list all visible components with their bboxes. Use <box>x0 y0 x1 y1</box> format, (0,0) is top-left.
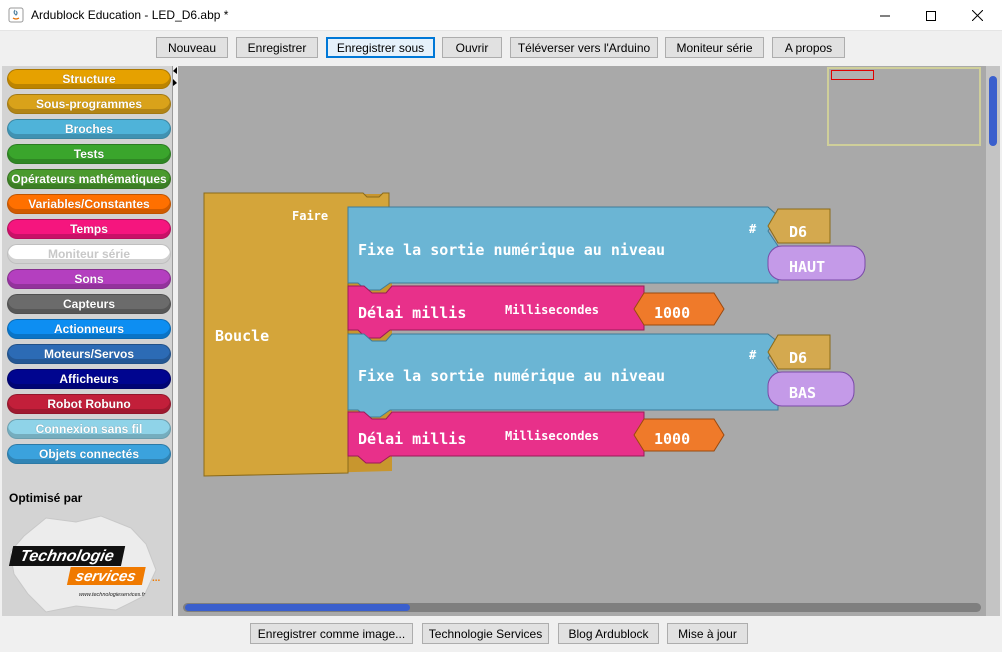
main-toolbar: Nouveau Enregistrer Enregistrer sous Ouv… <box>0 31 1002 64</box>
serial-monitor-button[interactable]: Moniteur série <box>665 37 764 58</box>
milliseconds-label: Millisecondes <box>505 429 599 443</box>
category-variables-constants[interactable]: Variables/Constantes <box>7 194 171 214</box>
number-value-block[interactable]: 1000 <box>633 418 725 452</box>
save-as-image-button[interactable]: Enregistrer comme image... <box>250 623 413 644</box>
loop-label: Boucle <box>215 327 269 345</box>
number-value: 1000 <box>654 430 690 448</box>
new-button[interactable]: Nouveau <box>156 37 228 58</box>
block-palette: Structure Sous-programmes Broches Tests … <box>2 66 173 616</box>
category-sensors[interactable]: Capteurs <box>7 294 171 314</box>
update-button[interactable]: Mise à jour <box>667 623 748 644</box>
workspace-minimap[interactable] <box>827 67 981 146</box>
category-structure[interactable]: Structure <box>7 69 171 89</box>
minimize-icon <box>880 15 890 16</box>
maximize-button[interactable] <box>908 0 954 31</box>
svg-text:services: services <box>74 568 138 585</box>
milliseconds-label: Millisecondes <box>505 303 599 317</box>
close-icon <box>971 10 983 21</box>
loop-do-label: Faire <box>292 209 328 223</box>
program-blocks: Faire Boucle Fixe la sortie numérique au… <box>203 192 866 477</box>
horizontal-scrollbar[interactable] <box>183 603 981 612</box>
optimized-by-label: Optimisé par <box>9 491 83 505</box>
pin-prefix: # <box>749 348 757 362</box>
level-value: BAS <box>789 384 816 402</box>
digital-write-label: Fixe la sortie numérique au niveau <box>358 367 665 385</box>
category-displays[interactable]: Afficheurs <box>7 369 171 389</box>
category-pins[interactable]: Broches <box>7 119 171 139</box>
svg-text:Technologie: Technologie <box>18 547 115 565</box>
level-value: HAUT <box>789 258 825 276</box>
number-value: 1000 <box>654 304 690 322</box>
svg-text:...: ... <box>152 573 161 584</box>
digital-write-label: Fixe la sortie numérique au niveau <box>358 241 665 259</box>
window-title: Ardublock Education - LED_D6.abp * <box>31 8 229 22</box>
maximize-icon <box>926 10 936 21</box>
category-serial-monitor[interactable]: Moniteur série <box>7 244 171 264</box>
save-button[interactable]: Enregistrer <box>236 37 318 58</box>
pin-value-block[interactable]: D6 <box>767 334 831 370</box>
digital-write-block[interactable]: Fixe la sortie numérique au niveau # D6 … <box>347 206 866 291</box>
category-sounds[interactable]: Sons <box>7 269 171 289</box>
digital-write-block[interactable]: Fixe la sortie numérique au niveau # D6 … <box>347 333 855 418</box>
level-value-block[interactable]: BAS <box>767 371 855 407</box>
category-motors-servos[interactable]: Moteurs/Servos <box>7 344 171 364</box>
pin-prefix: # <box>749 222 757 236</box>
delay-label: Délai millis <box>358 304 466 322</box>
category-tests[interactable]: Tests <box>7 144 171 164</box>
category-time[interactable]: Temps <box>7 219 171 239</box>
delay-label: Délai millis <box>358 430 466 448</box>
title-bar: Ardublock Education - LED_D6.abp * <box>0 0 1002 31</box>
category-connected-objects[interactable]: Objets connectés <box>7 444 171 464</box>
minimap-viewport[interactable] <box>831 70 874 80</box>
category-subprograms[interactable]: Sous-programmes <box>7 94 171 114</box>
level-value-block[interactable]: HAUT <box>767 245 866 281</box>
category-robot-robuno[interactable]: Robot Robuno <box>7 394 171 414</box>
category-actuators[interactable]: Actionneurs <box>7 319 171 339</box>
upload-to-arduino-button[interactable]: Téléverser vers l'Arduino <box>510 37 658 58</box>
svg-text:www.technologieservices.fr: www.technologieservices.fr <box>79 592 147 598</box>
blog-ardublock-button[interactable]: Blog Ardublock <box>558 623 659 644</box>
pin-value: D6 <box>789 223 807 241</box>
pin-value: D6 <box>789 349 807 367</box>
about-button[interactable]: A propos <box>772 37 845 58</box>
java-app-icon <box>8 7 24 23</box>
number-value-block[interactable]: 1000 <box>633 292 725 326</box>
category-math-operators[interactable]: Opérateurs mathématiques <box>7 169 171 189</box>
minimize-button[interactable] <box>862 0 908 31</box>
technologie-services-button[interactable]: Technologie Services <box>422 623 549 644</box>
delay-block[interactable]: Délai millis Millisecondes 1000 <box>347 411 725 464</box>
category-wireless[interactable]: Connexion sans fil <box>7 419 171 439</box>
technologie-services-logo: Technologie services ... www.technologie… <box>8 515 161 613</box>
delay-block[interactable]: Délai millis Millisecondes 1000 <box>347 285 725 339</box>
pin-value-block[interactable]: D6 <box>767 208 831 244</box>
open-button[interactable]: Ouvrir <box>442 37 502 58</box>
close-button[interactable] <box>954 0 1000 31</box>
bottom-toolbar: Enregistrer comme image... Technologie S… <box>0 616 1002 652</box>
vertical-scrollbar[interactable] <box>986 66 1000 616</box>
save-as-button[interactable]: Enregistrer sous <box>326 37 435 58</box>
vertical-scroll-thumb[interactable] <box>989 76 997 146</box>
horizontal-scroll-thumb[interactable] <box>185 604 410 611</box>
